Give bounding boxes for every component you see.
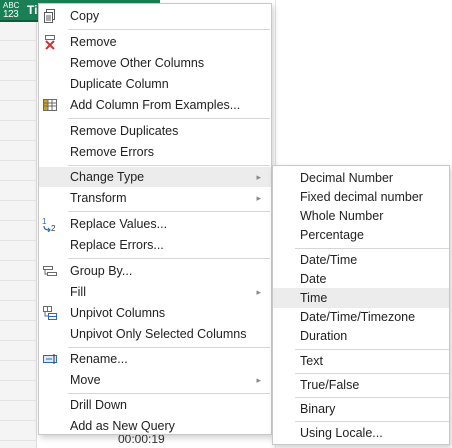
submenu-separator	[295, 421, 449, 422]
menu-item-replace-errors[interactable]: Replace Errors...	[39, 235, 271, 255]
copy-icon	[42, 8, 58, 24]
submenu-item-whole-number[interactable]: Whole Number	[273, 206, 449, 226]
column-from-examples-icon	[42, 97, 58, 113]
menu-separator	[68, 29, 270, 30]
row-number-column	[0, 0, 37, 448]
chevron-right-icon: ▸	[256, 172, 261, 182]
submenu-item-true-false[interactable]: True/False	[273, 375, 449, 395]
menu-item-change-type[interactable]: Change Type ▸	[39, 167, 271, 187]
submenu-item-time[interactable]: Time	[273, 288, 449, 308]
menu-item-rename[interactable]: Rename...	[39, 349, 271, 369]
menu-item-remove-errors[interactable]: Remove Errors	[39, 142, 271, 162]
menu-item-drill-down[interactable]: Drill Down	[39, 395, 271, 415]
menu-item-remove-other-columns[interactable]: Remove Other Columns	[39, 53, 271, 73]
menu-item-add-column-from-examples[interactable]: Add Column From Examples...	[39, 95, 271, 115]
submenu-item-decimal-number[interactable]: Decimal Number	[273, 168, 449, 188]
submenu-separator	[295, 397, 449, 398]
menu-separator	[68, 211, 270, 212]
svg-text:2: 2	[51, 224, 56, 232]
menu-item-duplicate-column[interactable]: Duplicate Column	[39, 74, 271, 94]
menu-item-fill[interactable]: Fill ▸	[39, 282, 271, 302]
menu-item-add-as-new-query[interactable]: Add as New Query	[39, 416, 271, 436]
menu-item-remove-duplicates[interactable]: Remove Duplicates	[39, 121, 271, 141]
group-by-icon	[42, 263, 58, 279]
data-type-badge[interactable]: ABC 123	[3, 1, 25, 20]
menu-separator	[68, 393, 270, 394]
submenu-item-date-time[interactable]: Date/Time	[273, 250, 449, 270]
replace-values-icon: 1 2	[42, 216, 58, 233]
submenu-item-binary[interactable]: Binary	[273, 399, 449, 419]
menu-item-unpivot-only-selected-columns[interactable]: Unpivot Only Selected Columns	[39, 324, 271, 344]
submenu-item-fixed-decimal-number[interactable]: Fixed decimal number	[273, 187, 449, 207]
submenu-item-percentage[interactable]: Percentage	[273, 225, 449, 245]
submenu-separator	[295, 349, 449, 350]
chevron-right-icon: ▸	[256, 193, 261, 203]
chevron-right-icon: ▸	[256, 287, 261, 297]
svg-text:1: 1	[42, 217, 47, 226]
menu-separator	[68, 165, 270, 166]
menu-separator	[68, 347, 270, 348]
rename-icon	[42, 351, 58, 367]
remove-column-icon	[42, 34, 58, 50]
menu-item-group-by[interactable]: Group By...	[39, 261, 271, 281]
submenu-separator	[295, 248, 449, 249]
menu-item-unpivot-columns[interactable]: Unpivot Columns	[39, 303, 271, 323]
unpivot-columns-icon	[42, 305, 58, 321]
submenu-item-date-time-timezone[interactable]: Date/Time/Timezone	[273, 307, 449, 327]
menu-separator	[68, 118, 270, 119]
menu-item-transform[interactable]: Transform ▸	[39, 188, 271, 208]
menu-item-replace-values[interactable]: 1 2 Replace Values...	[39, 214, 271, 234]
change-type-submenu: Decimal Number Fixed decimal number Whol…	[272, 165, 450, 445]
submenu-item-text[interactable]: Text	[273, 351, 449, 371]
submenu-item-date[interactable]: Date	[273, 269, 449, 289]
context-menu: Copy Remove Remove Other Columns Duplica…	[38, 3, 272, 435]
column-name: Ti	[27, 3, 38, 17]
submenu-separator	[295, 373, 449, 374]
menu-item-remove[interactable]: Remove	[39, 32, 271, 52]
chevron-right-icon: ▸	[256, 375, 261, 385]
menu-item-copy[interactable]: Copy	[39, 6, 271, 26]
submenu-item-using-locale[interactable]: Using Locale...	[273, 423, 449, 443]
menu-separator	[68, 258, 270, 259]
submenu-item-duration[interactable]: Duration	[273, 326, 449, 346]
menu-item-move[interactable]: Move ▸	[39, 370, 271, 390]
